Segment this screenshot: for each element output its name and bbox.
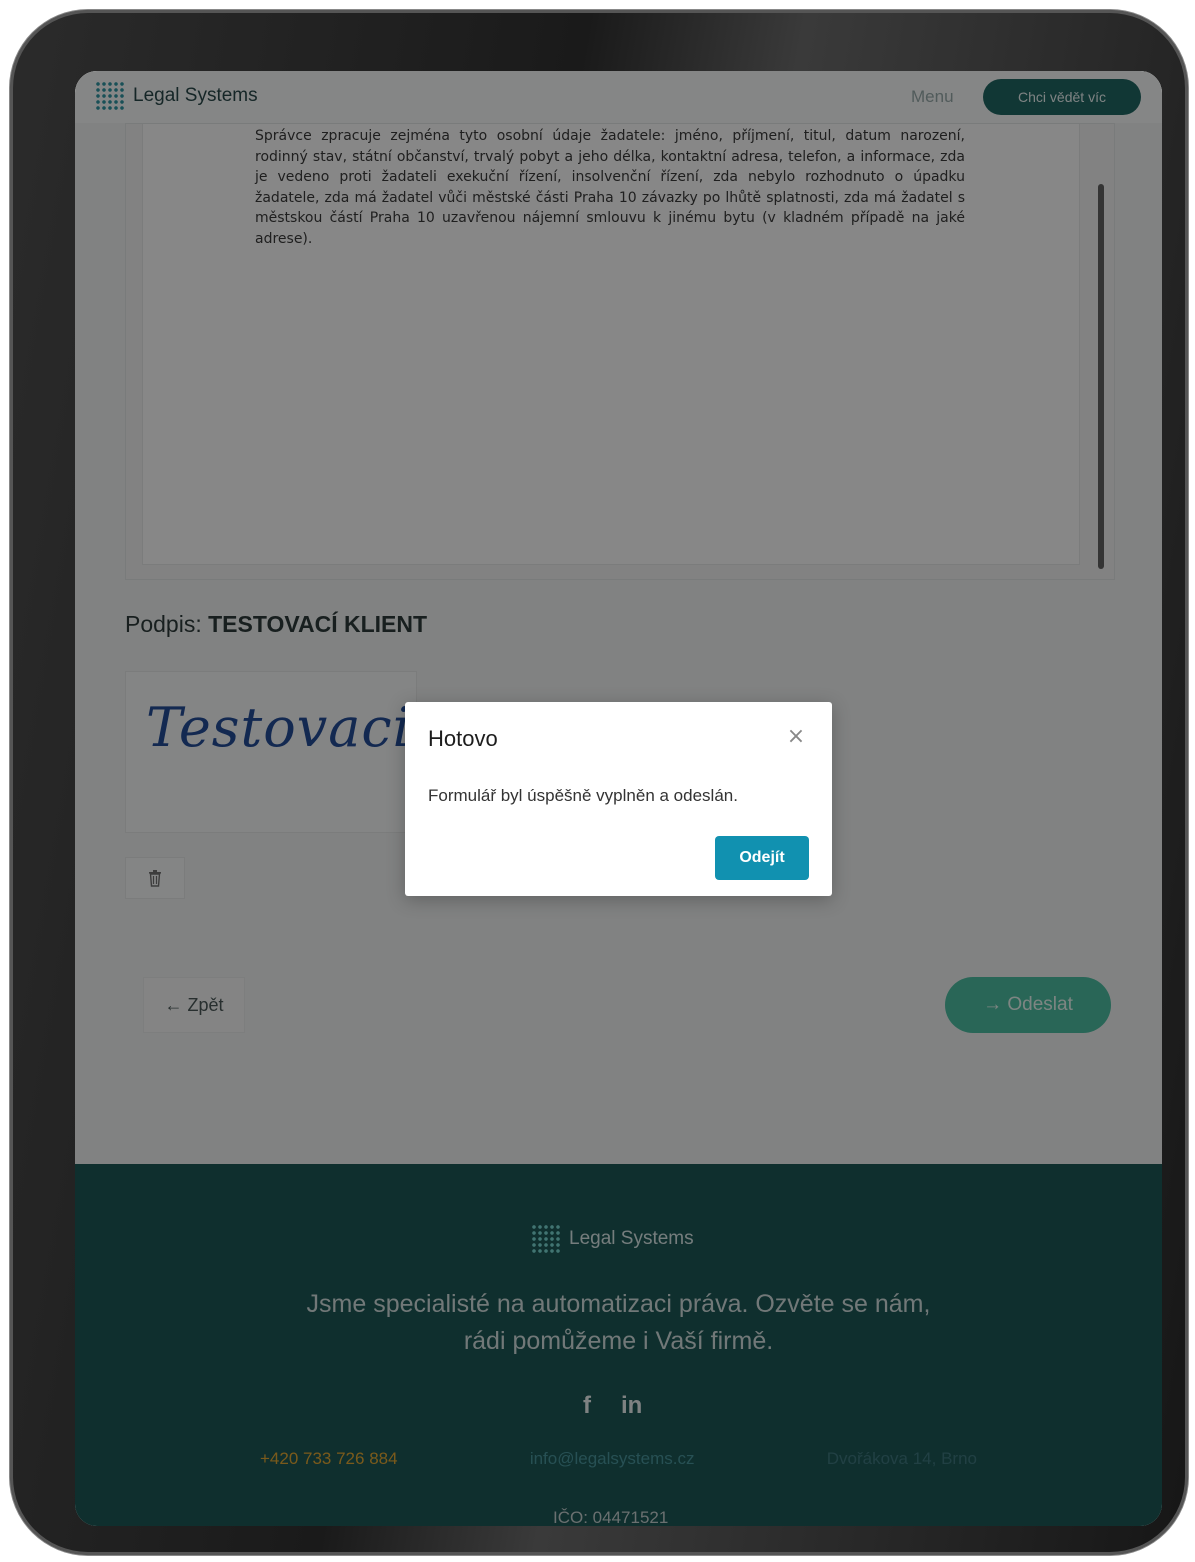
dialog-title: Hotovo bbox=[428, 726, 498, 751]
app-screen: Legal Systems Menu Chci vědět víc Správc… bbox=[75, 71, 1162, 1526]
dialog-message: Formulář byl úspěšně vyplněn a odeslán. bbox=[428, 786, 738, 805]
tablet-frame: Legal Systems Menu Chci vědět víc Správc… bbox=[10, 10, 1188, 1555]
leave-button[interactable]: Odejít bbox=[715, 836, 809, 880]
close-icon[interactable]: × bbox=[785, 726, 807, 748]
success-dialog: Hotovo × Formulář byl úspěšně vyplněn a … bbox=[405, 702, 832, 896]
